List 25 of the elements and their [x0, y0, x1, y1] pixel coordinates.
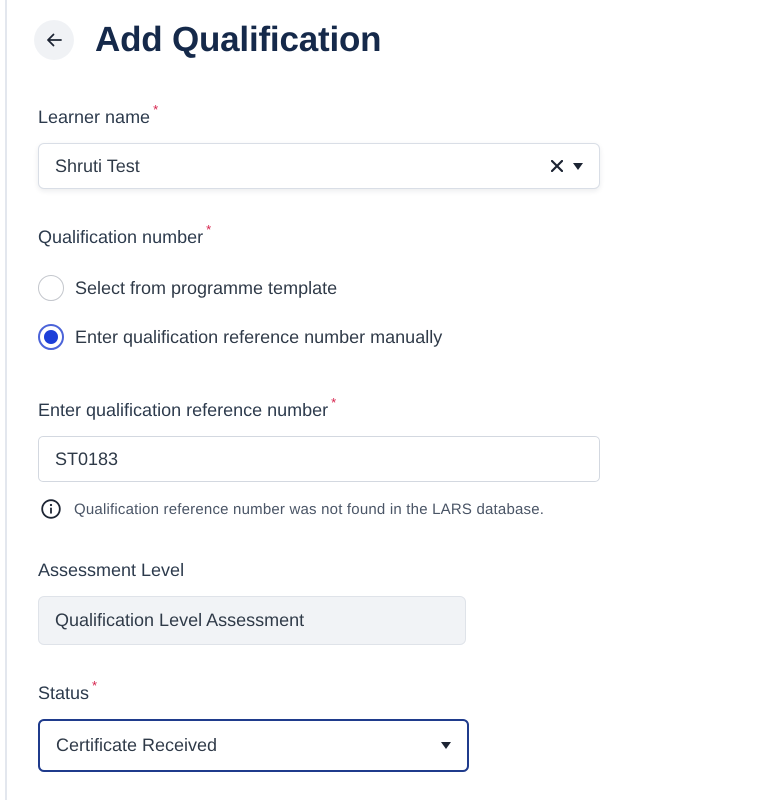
select-field[interactable]: Shruti Test	[38, 143, 600, 189]
required-mark: *	[153, 104, 158, 116]
field-label: Enter qualification reference number	[38, 400, 328, 420]
caret-icon	[573, 162, 583, 170]
text-input[interactable]: ST0183	[38, 436, 600, 482]
page-title: Add Qualification	[95, 20, 382, 60]
required-mark: *	[206, 224, 212, 236]
hint-text: Qualification reference number was not found in the LARS database.	[74, 500, 544, 518]
required-mark: *	[331, 397, 336, 409]
back-button[interactable]	[34, 20, 74, 60]
clear-icon[interactable]	[551, 160, 563, 172]
radio-button[interactable]	[38, 324, 64, 350]
back-arrow-icon	[46, 33, 62, 47]
info-icon	[41, 499, 61, 519]
field-label: Status	[38, 683, 90, 703]
field-label: Qualification number	[38, 227, 204, 247]
option-label[interactable]: Select from programme template	[75, 278, 338, 298]
caret-icon	[441, 742, 451, 749]
field-label: Learner name	[38, 107, 150, 127]
readonly-field: Qualification Level Assessment	[38, 596, 466, 645]
radio-button[interactable]	[38, 275, 64, 301]
option-label[interactable]: Enter qualification reference number manually	[75, 326, 442, 348]
field-label: Assessment Level	[38, 560, 184, 580]
required-mark: *	[92, 680, 98, 692]
select-field[interactable]: Certificate Received	[38, 719, 469, 772]
